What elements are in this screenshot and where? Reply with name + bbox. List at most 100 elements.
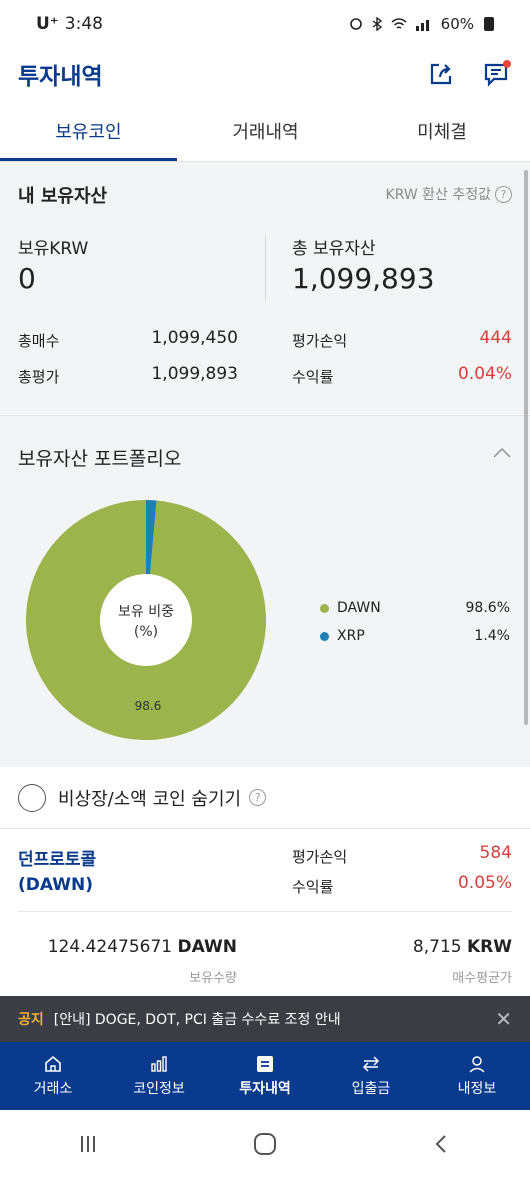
coin-avg-price-value: 8,715 (412, 937, 462, 957)
total-assets-value: 1,099,893 (292, 262, 435, 295)
list-icon (257, 1056, 273, 1072)
coin-holding-card[interactable]: 던프로토콜 (DAWN) 평가손익 584 수익률 0.05% 124.4247… (0, 830, 530, 995)
donut-hole (100, 574, 192, 666)
coin-symbol: (DAWN) (18, 875, 94, 895)
coin-quantity: 124.42475671 DAWN (48, 937, 237, 957)
asset-summary: 내 보유자산 KRW 환산 추정값 ? 보유KRW 0 총 보유자산 1,099… (0, 162, 530, 414)
tab-holdings[interactable]: 보유코인 (0, 106, 177, 161)
nav-label: 투자내역 (239, 1081, 291, 1097)
pnl-label: 평가손익 (292, 332, 348, 350)
total-eval-value: 1,099,893 (151, 364, 238, 384)
system-nav (0, 1110, 530, 1177)
hide-small-coins-label: 비상장/소액 코인 숨기기 (58, 788, 242, 810)
coin-quantity-unit: DAWN (177, 937, 237, 957)
legend-item-xrp: XRP 1.4% (320, 622, 510, 650)
tab-bar: 보유코인 거래내역 미체결 (0, 106, 530, 162)
chart-icon (151, 1056, 167, 1072)
legend-name: DAWN (337, 600, 381, 616)
nav-deposit-withdraw[interactable]: 입출금 (318, 1042, 424, 1110)
back-icon[interactable] (430, 1132, 454, 1156)
signal-icon (415, 20, 429, 31)
donut-center-unit: (%) (134, 624, 158, 640)
legend-dot-xrp (320, 631, 329, 641)
nav-investments[interactable]: 투자내역 (212, 1042, 318, 1110)
pnl-value: 444 (479, 328, 512, 348)
chat-icon (484, 60, 511, 87)
carrier-label: U⁺ (36, 14, 59, 34)
status-icons: 60% (349, 15, 494, 33)
nav-coin-info[interactable]: 코인정보 (106, 1042, 212, 1110)
scrollbar[interactable] (524, 170, 528, 725)
slice-label-dawn: 98.6 (135, 699, 162, 713)
tab-pending[interactable]: 미체결 (354, 106, 530, 161)
roi-label: 수익률 (292, 368, 334, 386)
donut-center-label: 보유 비중 (118, 604, 174, 620)
coin-pnl-label: 평가손익 (292, 848, 348, 866)
legend-item-dawn: DAWN 98.6% (320, 594, 510, 622)
legend-pct: 1.4% (474, 628, 510, 644)
chat-button[interactable] (482, 59, 512, 89)
roi-value: 0.04% (457, 364, 512, 384)
chevron-up-icon[interactable] (492, 446, 512, 460)
help-icon[interactable]: ? (495, 185, 512, 203)
coin-avg-price-unit: KRW (466, 937, 512, 957)
nav-label: 입출금 (351, 1081, 391, 1097)
battery-icon (484, 17, 494, 31)
summary-title: 내 보유자산 (18, 186, 108, 207)
krw-label: 보유KRW (18, 239, 89, 259)
nav-label: 거래소 (33, 1081, 73, 1097)
battery-percent: 60% (440, 15, 474, 33)
home-icon (45, 1055, 61, 1072)
legend-name: XRP (337, 628, 365, 644)
notice-text[interactable]: [안내] DOGE, DOT, PCI 출금 수수료 조정 안내 (54, 1009, 341, 1029)
notice-tag: 공지 (18, 1012, 44, 1028)
wifi-icon (391, 18, 407, 29)
notice-bar[interactable]: 공지 [안내] DOGE, DOT, PCI 출금 수수료 조정 안내 ✕ (0, 996, 530, 1042)
total-buy-value: 1,099,450 (151, 328, 238, 348)
portfolio-donut-chart: 보유 비중 (%) 98.6 (26, 500, 266, 740)
status-bar: U⁺ 3:48 60% (0, 0, 530, 48)
nav-my-info[interactable]: 내정보 (424, 1042, 530, 1110)
clock: 3:48 (64, 14, 103, 34)
close-icon[interactable]: ✕ (495, 1007, 512, 1031)
share-button[interactable] (426, 59, 456, 89)
coin-avg-price: 8,715 KRW (413, 937, 512, 957)
portfolio-section: 보유자산 포트폴리오 보유 비중 (%) 98.6 DAWN 98.6% XRP… (0, 415, 530, 767)
total-eval-label: 총평가 (18, 368, 60, 386)
coin-name: 던프로토콜 (DAWN) (18, 848, 96, 898)
app-header: 투자내역 (0, 48, 530, 100)
divider (18, 911, 512, 912)
nav-label: 내정보 (457, 1081, 497, 1097)
home-button-icon[interactable] (252, 1131, 278, 1157)
coin-roi-label: 수익률 (292, 878, 334, 896)
divider (265, 234, 266, 302)
nav-exchange[interactable]: 거래소 (0, 1042, 106, 1110)
coin-pnl-value: 584 (479, 843, 512, 863)
portfolio-title: 보유자산 포트폴리오 (18, 448, 182, 470)
total-buy-label: 총매수 (18, 332, 60, 350)
krw-value: 0 (18, 262, 36, 295)
hide-small-coins-radio[interactable] (18, 783, 46, 812)
bottom-nav: 거래소 코인정보 투자내역 입출금 내정보 (0, 1042, 530, 1110)
hide-small-coins-row[interactable]: 비상장/소액 코인 숨기기 ? (0, 767, 530, 829)
coin-roi-value: 0.05% (457, 873, 512, 893)
bluetooth-icon (372, 17, 382, 31)
page-title: 투자내역 (18, 64, 103, 90)
recent-apps-icon[interactable] (76, 1132, 100, 1156)
total-assets-label: 총 보유자산 (292, 239, 376, 259)
legend-dot-dawn (320, 603, 329, 613)
coin-avg-price-label: 매수평균가 (452, 971, 512, 986)
help-icon[interactable]: ? (249, 789, 267, 806)
coin-quantity-value: 124.42475671 (47, 937, 173, 957)
transfer-icon (362, 1056, 380, 1072)
krw-estimate-label: KRW 환산 추정값 (385, 187, 491, 203)
user-icon (469, 1056, 485, 1073)
alarm-icon (349, 18, 362, 30)
share-icon (430, 63, 452, 85)
coin-name-kr: 던프로토콜 (18, 850, 97, 870)
tab-history[interactable]: 거래내역 (177, 106, 354, 161)
chart-legend: DAWN 98.6% XRP 1.4% (320, 594, 510, 650)
krw-estimate-note[interactable]: KRW 환산 추정값 ? (386, 184, 512, 204)
legend-pct: 98.6% (465, 600, 510, 616)
nav-label: 코인정보 (133, 1081, 185, 1097)
